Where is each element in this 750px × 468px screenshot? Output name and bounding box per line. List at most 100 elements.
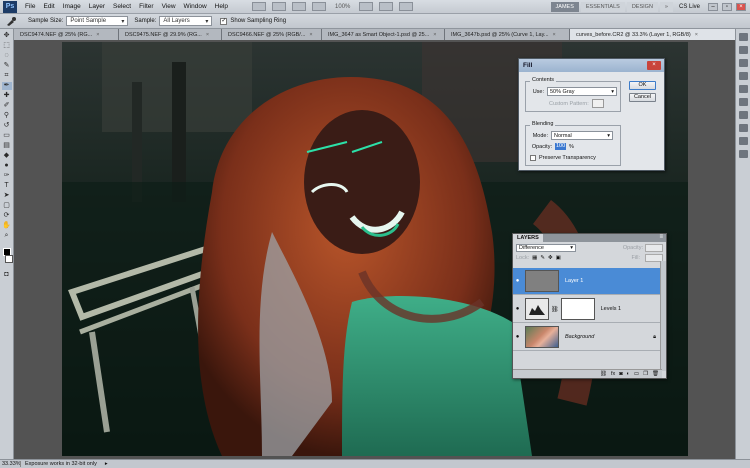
close-icon[interactable]: × xyxy=(96,32,99,38)
eyedropper-preset-icon[interactable] xyxy=(3,16,19,27)
link-layers-icon[interactable]: ⛓ xyxy=(600,371,607,377)
tab-curves-before[interactable]: curves_before.CR2 @ 33.3% (Layer 1, RGB/… xyxy=(570,29,736,40)
layer-mask-thumbnail[interactable] xyxy=(560,298,595,320)
tab-img3647-smart-object[interactable]: IMG_3647 as Smart Object-1.psd @ 25... × xyxy=(322,29,445,40)
minimize-button[interactable]: – xyxy=(708,2,718,11)
cs-live-button[interactable]: CS Live xyxy=(675,4,704,10)
hand-tool-icon[interactable]: ✋ xyxy=(2,222,12,230)
paths-panel-icon[interactable] xyxy=(738,111,748,119)
blend-mode-select[interactable]: Difference ▾ xyxy=(516,243,576,252)
visibility-eye-icon[interactable]: ● xyxy=(513,334,522,340)
lock-position-icon[interactable]: ✥ xyxy=(548,255,553,261)
tab-layers[interactable]: LAYERS xyxy=(513,234,543,242)
maximize-button[interactable]: ▫ xyxy=(722,2,732,11)
visibility-eye-icon[interactable]: ● xyxy=(513,278,522,284)
tab-dsc9474[interactable]: DSC9474.NEF @ 25% (RG... × xyxy=(14,29,119,40)
close-icon[interactable]: × xyxy=(553,32,556,38)
gradient-tool-icon[interactable]: ▤ xyxy=(2,142,12,150)
add-mask-icon[interactable]: ◙ xyxy=(619,371,622,377)
background-color-swatch[interactable] xyxy=(5,255,13,263)
menu-window[interactable]: Window xyxy=(180,3,211,10)
bridge-button[interactable] xyxy=(252,2,267,11)
menu-file[interactable]: File xyxy=(21,3,39,10)
workspace-james[interactable]: JAMES xyxy=(550,1,579,12)
layer-row-layer-1[interactable]: ● Layer 1 xyxy=(513,268,662,295)
lock-all-icon[interactable]: ▣ xyxy=(556,255,561,261)
workspace-essentials[interactable]: ESSENTIALS xyxy=(580,1,625,12)
quick-select-tool-icon[interactable]: ✎ xyxy=(2,62,12,70)
styles-panel-icon[interactable] xyxy=(738,59,748,67)
layer-style-icon[interactable]: fx xyxy=(611,371,615,377)
path-selection-tool-icon[interactable]: ➤ xyxy=(2,192,12,200)
zoom-field[interactable]: 33.33% xyxy=(0,461,21,467)
lock-paint-icon[interactable]: ✎ xyxy=(540,255,545,261)
swatches-panel-icon[interactable] xyxy=(738,46,748,54)
delete-layer-icon[interactable]: 🗑︎ xyxy=(652,371,659,377)
view-extras-button[interactable] xyxy=(359,2,374,11)
zoom-tool-icon[interactable]: ⌕ xyxy=(2,232,12,240)
tab-dsc9466[interactable]: DSC9466.NEF @ 25% (RGB/... × xyxy=(222,29,322,40)
zoom-tool-button[interactable] xyxy=(312,2,327,11)
adjustments-panel-icon[interactable] xyxy=(738,72,748,80)
crop-tool-icon[interactable]: ⌗ xyxy=(2,72,12,80)
cancel-button[interactable]: Cancel xyxy=(629,93,656,102)
mini-bridge-button[interactable] xyxy=(272,2,287,11)
healing-brush-tool-icon[interactable]: ✚ xyxy=(2,92,12,100)
layer-row-background[interactable]: ● Background 🔒︎ xyxy=(513,324,662,351)
clone-stamp-tool-icon[interactable]: ⚲ xyxy=(2,112,12,120)
actions-panel-icon[interactable] xyxy=(738,137,748,145)
info-panel-icon[interactable] xyxy=(738,150,748,158)
menu-image[interactable]: Image xyxy=(59,3,85,10)
type-tool-icon[interactable]: T xyxy=(2,182,12,190)
new-layer-icon[interactable]: ❐ xyxy=(643,371,648,377)
dodge-tool-icon[interactable]: ● xyxy=(2,162,12,170)
layer-opacity-field[interactable] xyxy=(645,243,663,252)
sample-size-select[interactable]: Point Sample ▾ xyxy=(66,16,129,26)
custom-pattern-picker[interactable] xyxy=(591,99,604,108)
sample-select[interactable]: All Layers ▾ xyxy=(159,16,213,26)
opacity-input[interactable]: 100 xyxy=(555,143,566,150)
brush-tool-icon[interactable]: ✐ xyxy=(2,102,12,110)
new-group-icon[interactable]: ▭ xyxy=(634,371,639,377)
color-panel-icon[interactable] xyxy=(738,33,748,41)
history-panel-icon[interactable] xyxy=(738,124,748,132)
workspace-more-chevron[interactable]: » xyxy=(659,1,673,12)
use-select[interactable]: 50% Gray ▾ xyxy=(547,87,617,96)
close-icon[interactable]: × xyxy=(433,32,436,38)
layers-scrollbar[interactable] xyxy=(660,261,666,371)
lock-transparent-icon[interactable]: ▦ xyxy=(532,255,537,261)
new-adjustment-icon[interactable]: ◐ xyxy=(627,371,630,377)
channels-panel-icon[interactable] xyxy=(738,98,748,106)
masks-panel-icon[interactable] xyxy=(738,85,748,93)
shape-tool-icon[interactable]: ▢ xyxy=(2,202,12,210)
close-icon[interactable]: × xyxy=(647,61,661,70)
hand-tool-button[interactable] xyxy=(292,2,307,11)
layer-row-levels-1[interactable]: ● ⛓ Levels 1 xyxy=(513,296,662,323)
close-icon[interactable]: × xyxy=(695,32,698,38)
close-window-button[interactable]: × xyxy=(736,2,746,11)
eraser-tool-icon[interactable]: ▭ xyxy=(2,132,12,140)
status-menu-arrow[interactable]: ▸ xyxy=(105,461,108,467)
move-tool-icon[interactable]: ✥ xyxy=(2,32,12,40)
lasso-tool-icon[interactable]: ◌ xyxy=(2,52,12,60)
preserve-transparency-checkbox[interactable] xyxy=(530,155,536,161)
mode-select[interactable]: Normal ▾ xyxy=(551,131,613,140)
blur-tool-icon[interactable]: ◆ xyxy=(2,152,12,160)
tab-img3647b[interactable]: IMG_3647b.psd @ 25% (Curve 1, Lay... × xyxy=(445,29,570,40)
ok-button[interactable]: OK xyxy=(629,81,656,90)
menu-filter[interactable]: Filter xyxy=(135,3,157,10)
menu-view[interactable]: View xyxy=(158,3,180,10)
show-sampling-ring-checkbox[interactable]: ✓ xyxy=(220,17,228,25)
quick-mask-icon[interactable]: ◘ xyxy=(2,271,12,279)
3d-rotate-tool-icon[interactable]: ⟳ xyxy=(2,212,12,220)
mask-link-icon[interactable]: ⛓ xyxy=(551,306,559,313)
close-icon[interactable]: × xyxy=(309,32,312,38)
close-icon[interactable]: × xyxy=(206,32,209,38)
tab-dsc9475[interactable]: DSC9475.NEF @ 29.9% (RG... × xyxy=(119,29,222,40)
arrange-documents-button[interactable] xyxy=(379,2,394,11)
visibility-eye-icon[interactable]: ● xyxy=(513,306,522,312)
menu-select[interactable]: Select xyxy=(109,3,135,10)
pen-tool-icon[interactable]: ✑ xyxy=(2,172,12,180)
menu-edit[interactable]: Edit xyxy=(39,3,58,10)
panel-menu-icon[interactable]: ≡ xyxy=(659,234,666,242)
